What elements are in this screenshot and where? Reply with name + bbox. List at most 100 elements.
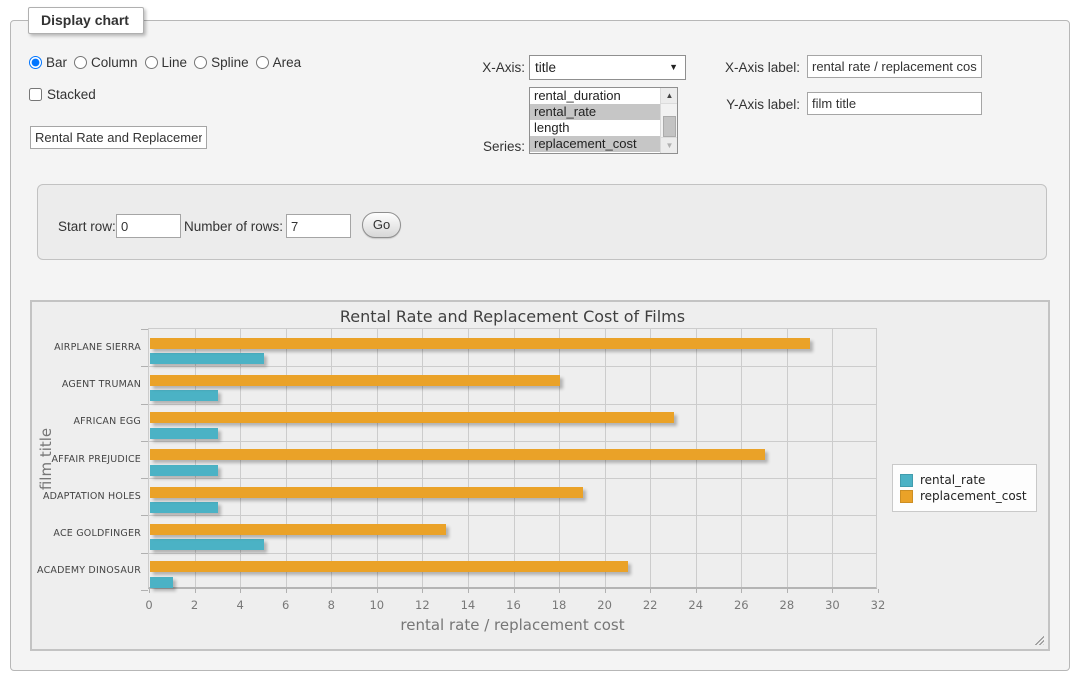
category-label: ADAPTATION HOLES [37,491,141,502]
bar-replacement_cost [150,449,765,460]
chart-type-label: Bar [46,55,67,70]
chart-type-label: Line [162,55,188,70]
chart-type-radio-line[interactable] [145,56,158,69]
x-axis-tick [787,589,788,593]
stacked-label: Stacked [47,87,96,102]
chart-type-radio-area[interactable] [256,56,269,69]
y-axis-tick [141,590,148,591]
y-axis-tick [141,329,148,330]
series-option-rental_rate[interactable]: rental_rate [530,104,660,120]
x-tick-label: 2 [175,598,215,612]
y-axis-tick [141,366,148,367]
series-multiselect[interactable]: rental_durationrental_ratelengthreplacem… [529,87,678,154]
x-axis-tick [286,589,287,593]
legend-label: replacement_cost [920,489,1027,503]
grid-line-vertical [832,329,833,587]
scroll-up-icon[interactable]: ▲ [661,88,678,104]
grid-line-horizontal [149,553,876,554]
resize-handle-icon[interactable] [1033,634,1044,645]
x-tick-label: 20 [585,598,625,612]
y-axis-title: film title [37,428,55,490]
series-option-length[interactable]: length [530,120,660,136]
legend-swatch-replacement_cost [900,490,913,503]
x-axis-select[interactable]: title ▼ [529,55,686,80]
x-axis-tick [331,589,332,593]
chart-legend: rental_ratereplacement_cost [892,464,1037,512]
bar-rental_rate [150,390,218,401]
chart-type-radio-spline[interactable] [194,56,207,69]
bar-rental_rate [150,577,173,588]
bar-replacement_cost [150,561,628,572]
x-tick-label: 0 [129,598,169,612]
chart-type-option-spline[interactable]: Spline [194,55,249,70]
series-scrollbar[interactable]: ▲ ▼ [660,88,677,153]
chart-type-option-line[interactable]: Line [145,55,188,70]
x-tick-label: 30 [812,598,852,612]
series-select-label: Series: [425,139,525,154]
fieldset-legend: Display chart [28,7,144,34]
stacked-checkbox-row: Stacked [29,87,96,102]
x-tick-label: 12 [402,598,442,612]
series-option-rental_duration[interactable]: rental_duration [530,88,660,104]
legend-item: replacement_cost [900,489,1027,503]
bar-rental_rate [150,465,218,476]
x-axis-tick [195,589,196,593]
chart-title-input[interactable] [30,126,207,149]
chart-type-radio-column[interactable] [74,56,87,69]
x-axis-tick [741,589,742,593]
stacked-checkbox[interactable] [29,88,42,101]
x-tick-label: 28 [767,598,807,612]
chart-container: Rental Rate and Replacement Cost of Film… [30,300,1050,651]
x-axis-title: rental rate / replacement cost [148,616,877,634]
x-axis-tick [696,589,697,593]
chart-type-option-area[interactable]: Area [256,55,302,70]
bar-replacement_cost [150,338,810,349]
start-row-input[interactable] [116,214,181,238]
grid-line-vertical [787,329,788,587]
x-axis-tick [878,589,879,593]
number-of-rows-label: Number of rows: [184,219,283,234]
y-axis-label-input[interactable] [807,92,982,115]
x-axis-label-input[interactable] [807,55,982,78]
grid-line-horizontal [149,366,876,367]
go-button[interactable]: Go [362,212,401,238]
x-axis-tick [377,589,378,593]
bar-rental_rate [150,502,218,513]
row-range-box: Start row: Number of rows: Go [37,184,1047,260]
x-tick-label: 26 [721,598,761,612]
scrollbar-thumb[interactable] [663,116,676,137]
category-label: AFRICAN EGG [37,416,141,427]
chart-type-option-bar[interactable]: Bar [29,55,67,70]
chart-type-radio-bar[interactable] [29,56,42,69]
chart-type-label: Column [91,55,138,70]
category-label: ACE GOLDFINGER [37,528,141,539]
series-option-replacement_cost[interactable]: replacement_cost [530,136,660,152]
x-tick-label: 16 [494,598,534,612]
x-axis-selected-value: title [535,60,556,75]
bar-replacement_cost [150,487,583,498]
y-axis-tick [141,553,148,554]
chart-type-label: Spline [211,55,249,70]
x-tick-label: 32 [858,598,898,612]
bar-rental_rate [150,428,218,439]
x-tick-label: 18 [539,598,579,612]
plot-area: 02468101214161820222426283032AIRPLANE SI… [148,328,877,589]
x-tick-label: 14 [448,598,488,612]
y-axis-tick [141,404,148,405]
x-axis-tick [240,589,241,593]
x-axis-tick [832,589,833,593]
x-axis-tick [514,589,515,593]
chart-type-option-column[interactable]: Column [74,55,138,70]
page: Display chart Bar Column Line Spline Area St… [0,0,1081,681]
chart-title: Rental Rate and Replacement Cost of Film… [148,307,877,326]
scroll-down-icon[interactable]: ▼ [661,137,678,153]
number-of-rows-input[interactable] [286,214,351,238]
bar-rental_rate [150,353,264,364]
grid-line-horizontal [149,404,876,405]
y-axis-tick [141,478,148,479]
bar-rental_rate [150,539,264,550]
x-axis-select-label: X-Axis: [425,60,525,75]
x-tick-label: 22 [630,598,670,612]
x-axis-tick [468,589,469,593]
x-axis-tick [422,589,423,593]
